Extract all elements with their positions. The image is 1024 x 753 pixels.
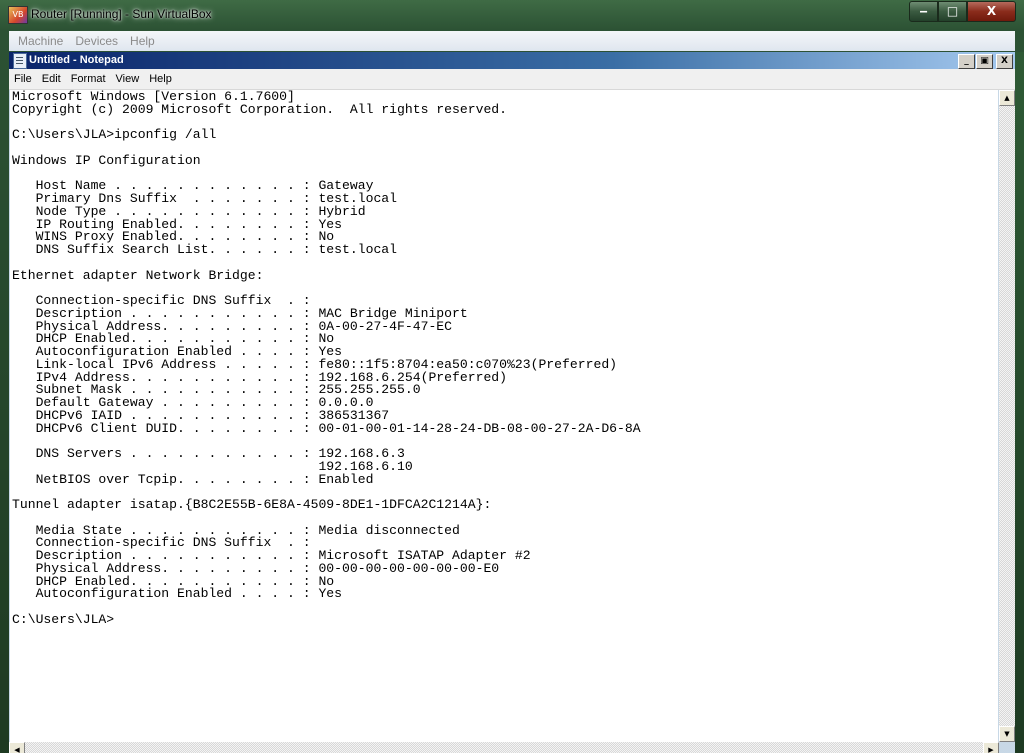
text-editor-area[interactable]: Microsoft Windows [Version 6.1.7600] Cop… [10, 90, 998, 742]
editor-text: Microsoft Windows [Version 6.1.7600] Cop… [12, 90, 641, 627]
notepad-icon[interactable] [13, 53, 27, 69]
scroll-right-button[interactable]: ▶ [983, 742, 999, 753]
minimize-button[interactable]: ‒ [909, 1, 938, 22]
horizontal-scrollbar[interactable]: ◀ ▶ [9, 742, 999, 753]
menu-edit[interactable]: Edit [37, 73, 66, 85]
menu-machine[interactable]: Machine [18, 34, 63, 48]
menu-file[interactable]: File [9, 73, 37, 85]
notepad-caption-buttons: _ ▣ X [957, 54, 1013, 69]
menu-format[interactable]: Format [66, 73, 111, 85]
menu-view[interactable]: View [111, 73, 145, 85]
maximize-button[interactable]: □ [938, 1, 967, 22]
scroll-down-button[interactable]: ▼ [999, 726, 1015, 742]
notepad-close-button[interactable]: X [996, 54, 1013, 69]
vertical-scrollbar[interactable]: ▲ ▼ [999, 90, 1015, 742]
virtualbox-window: VB Router [Running] - Sun VirtualBox ‒ □… [0, 0, 1024, 753]
virtualbox-titlebar[interactable]: VB Router [Running] - Sun VirtualBox ‒ □… [0, 0, 1024, 30]
menu-notepad-help[interactable]: Help [144, 73, 177, 85]
notepad-title: Untitled - Notepad [29, 54, 124, 66]
menu-devices[interactable]: Devices [75, 34, 118, 48]
window-frame-edge [1015, 52, 1024, 753]
notepad-menubar: File Edit Format View Help [9, 69, 1015, 90]
menu-help[interactable]: Help [130, 34, 155, 48]
scroll-left-button[interactable]: ◀ [9, 742, 25, 753]
window-title: Router [Running] - Sun VirtualBox [31, 7, 212, 21]
virtualbox-menubar: Machine Devices Help [9, 31, 1015, 51]
close-button[interactable]: X [967, 1, 1016, 22]
scroll-up-button[interactable]: ▲ [999, 90, 1015, 106]
window-caption-buttons: ‒ □ X [909, 1, 1016, 22]
guest-screen: Untitled - Notepad _ ▣ X File Edit Forma… [9, 52, 1015, 753]
virtualbox-app-icon[interactable]: VB [8, 6, 28, 24]
notepad-restore-button[interactable]: ▣ [976, 54, 993, 69]
notepad-minimize-button[interactable]: _ [958, 54, 975, 69]
notepad-titlebar[interactable]: Untitled - Notepad _ ▣ X [9, 52, 1015, 69]
